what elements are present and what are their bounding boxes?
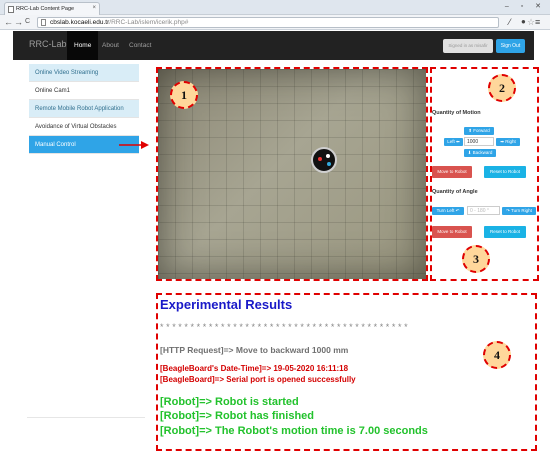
address-bar: ← → C cbslab.kocaeli.edu.tr/RRC-Lab/isle… [0,15,550,30]
annotation-marker-2: 2 [488,74,516,102]
back-arrow-icon[interactable]: ← [4,17,13,27]
reset-robot-button-2[interactable]: Reset to Robot [484,226,526,238]
divider [27,417,145,418]
sidebar-item-online-cam1[interactable]: Online Cam1 [29,82,139,100]
extension-icon[interactable]: ● [521,17,526,27]
window-controls[interactable]: – ▫ ✕ [505,2,546,10]
url-path: /RRC-Lab/islem/icerik.php# [109,19,189,26]
pen-extension-icon[interactable]: ⁄ [509,17,511,27]
forward-button[interactable]: ⬆ Forward [464,127,494,135]
turn-right-button[interactable]: ↷ Turn Right [502,207,536,215]
angle-input[interactable]: 0 - 180 ° [467,206,500,215]
angle-label: Quantity of Angle [432,189,478,195]
robot-finished-line: [Robot]=> Robot has finished [160,410,314,422]
move-robot-button[interactable]: Move to Robot [432,166,472,178]
distance-input[interactable]: 1000 [464,137,494,146]
reset-robot-button[interactable]: Reset to Robot [484,166,526,178]
robot-started-line: [Robot]=> Robot is started [160,396,299,408]
signed-in-badge: Signed in as misafir [443,39,493,53]
url-input[interactable]: cbslab.kocaeli.edu.tr/RRC-Lab/islem/icer… [37,17,535,28]
reload-icon[interactable]: C [25,17,30,27]
page-icon [8,6,14,13]
annotation-arrow-icon [119,141,149,149]
browser-tab-strip: RRC-Lab Content Page × – ▫ ✕ [0,0,550,15]
tab-title: RRC-Lab Content Page [16,6,75,12]
page-icon [41,19,46,26]
sidebar-item-video-streaming[interactable]: Online Video Streaming [29,64,139,82]
move-robot-button-2[interactable]: Move to Robot [432,226,472,238]
close-tab-icon[interactable]: × [92,5,96,11]
left-button[interactable]: Left ⬅ [444,138,463,146]
results-divider: ****************************************… [160,322,411,332]
right-button[interactable]: ➡ Right [496,138,520,146]
site-navbar: RRC-Lab Home About Contact Signed in as … [13,31,534,60]
turn-left-button[interactable]: Turn Left ↶ [432,207,464,215]
http-request-line: [HTTP Request]=> Move to backward 1000 m… [160,345,349,355]
beagleboard-serial-line: [BeagleBoard]=> Serial port is opened su… [160,375,356,384]
url-host: cbslab.kocaeli.edu.tr [50,19,110,26]
annotation-marker-4: 4 [483,341,511,369]
nav-home[interactable]: Home [67,31,99,60]
sign-out-button[interactable]: Sign Out [496,39,525,53]
beagleboard-datetime-line: [BeagleBoard's Date-Time]=> 19-05-2020 1… [160,364,349,373]
results-title: Experimental Results [160,297,293,312]
nav-contact[interactable]: Contact [122,31,158,60]
forward-arrow-icon[interactable]: → [14,17,23,27]
annotation-marker-1: 1 [170,81,198,109]
backward-button[interactable]: ⬇ Backward [464,149,496,157]
sidebar-item-virtual-obstacles[interactable]: Avoidance of Virtual Obstacles [29,118,139,136]
sidebar-item-remote-robot[interactable]: Remote Mobile Robot Application [29,100,139,118]
browser-tab[interactable]: RRC-Lab Content Page × [4,2,100,15]
brand-logo[interactable]: RRC-Lab [29,39,67,49]
bookmark-star-icon[interactable]: ☆ [527,18,535,27]
annotation-marker-3: 3 [462,245,490,273]
motion-label: Quantity of Motion [432,110,481,116]
menu-icon[interactable]: ≡ [535,17,540,27]
robot-motion-time-line: [Robot]=> The Robot's motion time is 7.0… [160,425,428,437]
